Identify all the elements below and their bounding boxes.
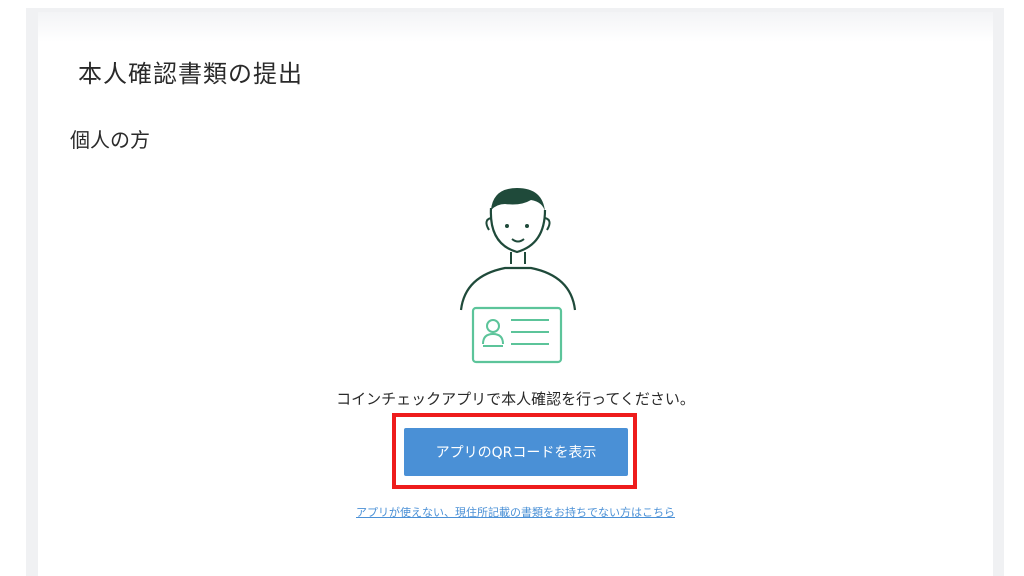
show-qr-code-button[interactable]: アプリのQRコードを表示 [404, 428, 628, 476]
instruction-text: コインチェックアプリで本人確認を行ってください。 [336, 390, 695, 408]
section-title: 個人の方 [70, 128, 150, 152]
alternative-method-link[interactable]: アプリが使えない、現住所記載の書類をお持ちでない方はこちら [38, 504, 993, 520]
page-title: 本人確認書類の提出 [78, 60, 303, 88]
person-with-id-card-icon [459, 188, 577, 364]
content-card: 本人確認書類の提出 個人の方 コインチェックアプリで本人確認を行ってください。 … [38, 12, 993, 576]
card-header-shade [38, 12, 993, 42]
